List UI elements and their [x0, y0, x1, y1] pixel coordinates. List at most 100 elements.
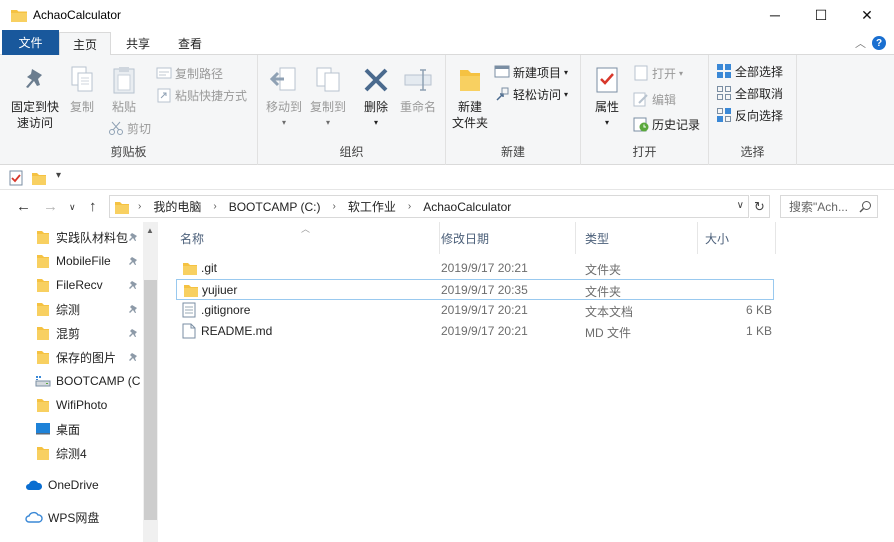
- nav-item-folder[interactable]: 综测4: [0, 441, 145, 465]
- file-type: 文本文档: [585, 305, 634, 319]
- folder-icon: [114, 199, 130, 215]
- column-header-size[interactable]: 大小: [697, 222, 776, 254]
- folder-icon: [35, 349, 51, 365]
- new-folder-icon: [453, 63, 487, 97]
- onedrive-icon: [25, 477, 43, 493]
- recent-chevron-icon[interactable]: ∨: [69, 202, 76, 213]
- table-row[interactable]: .gitignore 2019/9/17 20:21 文本文档 6 KB: [176, 300, 774, 321]
- pin-icon: [129, 303, 139, 317]
- file-type: 文件夹: [585, 285, 622, 299]
- new-group-label: 新建: [500, 145, 525, 159]
- new-folder-icon[interactable]: [31, 170, 47, 189]
- scrollbar-thumb[interactable]: [144, 280, 157, 520]
- file-name: .git: [201, 261, 218, 275]
- file-modified: 2019/9/17 20:21: [441, 324, 528, 338]
- invert-selection-button[interactable]: 反向选择: [716, 105, 783, 125]
- nav-item-desktop[interactable]: 桌面: [0, 417, 145, 441]
- table-row[interactable]: .git 2019/9/17 20:21 文件夹: [176, 258, 774, 279]
- tab-view[interactable]: 查看: [166, 32, 214, 55]
- nav-item-drive[interactable]: BOOTCAMP (C: [0, 369, 145, 393]
- rename-button[interactable]: 重命名: [396, 63, 440, 115]
- paste-shortcut-button[interactable]: 粘贴快捷方式: [156, 85, 247, 105]
- clipboard-group: 固定到快 速访问 复制 粘贴 复制路径 粘贴快捷方式 剪切 剪贴板: [0, 55, 258, 165]
- address-dropdown-icon[interactable]: ∨: [737, 200, 744, 211]
- paste-button[interactable]: 粘贴: [104, 63, 144, 115]
- help-icon[interactable]: ?: [872, 36, 886, 50]
- copy-to-button[interactable]: 复制到 ▾: [306, 63, 350, 131]
- folder-icon: [11, 10, 27, 22]
- breadcrumb-item[interactable]: 我的电脑: [153, 198, 201, 215]
- search-icon: [859, 200, 872, 216]
- select-all-button[interactable]: 全部选择: [716, 61, 783, 81]
- copy-button[interactable]: 复制: [62, 63, 102, 115]
- nav-item-quick-folder-4[interactable]: 综测: [0, 297, 145, 321]
- nav-item-quick-folder-5[interactable]: 混剪: [0, 321, 145, 345]
- breadcrumb-item[interactable]: BOOTCAMP (C:): [229, 200, 321, 214]
- select-group-label: 选择: [740, 145, 765, 159]
- table-row[interactable]: README.md 2019/9/17 20:21 MD 文件 1 KB: [176, 321, 774, 342]
- cut-button[interactable]: 剪切: [108, 118, 151, 138]
- delete-icon: [359, 63, 393, 97]
- new-folder-button[interactable]: 新建 文件夹: [450, 63, 490, 131]
- up-arrow-icon[interactable]: ↑: [89, 198, 97, 215]
- easy-access-button[interactable]: 轻松访问 ▾: [494, 84, 568, 104]
- address-row: ← → ∨ ↑ › 我的电脑 › BOOTCAMP (C:) › 软工作业 › …: [0, 192, 894, 222]
- nav-item-wps-cloud[interactable]: WPS网盘: [0, 505, 145, 529]
- ribbon-tabs: 文件 主页 共享 查看 ︿ ?: [0, 30, 894, 56]
- breadcrumb-chevron-icon[interactable]: ›: [213, 201, 216, 212]
- minimize-button[interactable]: ─: [752, 0, 798, 30]
- properties-button[interactable]: 属性 ▾: [587, 63, 627, 131]
- nav-item-onedrive[interactable]: OneDrive: [0, 473, 145, 497]
- edit-button[interactable]: 编辑: [633, 89, 676, 109]
- copy-icon: [65, 63, 99, 97]
- breadcrumb-item[interactable]: AchaoCalculator: [423, 200, 511, 214]
- address-bar[interactable]: › 我的电脑 › BOOTCAMP (C:) › 软工作业 › AchaoCal…: [109, 195, 749, 218]
- open-button[interactable]: 打开 ▾: [633, 63, 683, 83]
- file-type: 文件夹: [585, 263, 622, 277]
- collapse-ribbon-icon[interactable]: ︿: [855, 35, 866, 51]
- clipboard-group-label: 剪贴板: [110, 145, 147, 159]
- file-name: yujiuer: [202, 283, 238, 297]
- column-header-name[interactable]: 名称: [172, 222, 440, 254]
- breadcrumb-chevron-icon[interactable]: ›: [332, 201, 335, 212]
- move-to-button[interactable]: 移动到 ▾: [262, 63, 306, 131]
- back-arrow-icon[interactable]: ←: [16, 198, 31, 215]
- new-item-button[interactable]: 新建项目 ▾: [494, 62, 568, 82]
- column-header-type[interactable]: 类型: [577, 222, 698, 254]
- properties-icon[interactable]: [9, 170, 23, 189]
- column-header-modified[interactable]: 修改日期: [433, 222, 576, 254]
- delete-button[interactable]: 删除 ▾: [356, 63, 396, 131]
- pin-icon: [129, 231, 139, 245]
- breadcrumb-item[interactable]: 软工作业: [348, 198, 396, 215]
- nav-pane-scrollbar[interactable]: ▲: [143, 222, 158, 542]
- nav-item-quick-folder-2[interactable]: MobileFile: [0, 249, 145, 273]
- refresh-button[interactable]: ↻: [750, 195, 770, 218]
- folder-icon: [35, 229, 51, 245]
- history-button[interactable]: 历史记录: [633, 114, 700, 134]
- nav-item-quick-folder-6[interactable]: 保存的图片: [0, 345, 145, 369]
- search-input[interactable]: 搜索"Ach...: [780, 195, 878, 218]
- tab-share[interactable]: 共享: [114, 32, 162, 55]
- table-row-selected[interactable]: yujiuer 2019/9/17 20:35 文件夹: [176, 279, 774, 300]
- customize-toolbar-icon[interactable]: ▾: [56, 170, 61, 181]
- refresh-icon: ↻: [754, 198, 765, 214]
- breadcrumb-chevron-icon[interactable]: ›: [138, 201, 141, 212]
- nav-item-quick-folder-3[interactable]: FileRecv: [0, 273, 145, 297]
- pin-quick-access-button[interactable]: 固定到快 速访问: [6, 63, 64, 131]
- open-group: 属性 ▾ 打开 ▾ 编辑 历史记录 打开: [581, 55, 709, 165]
- maximize-button[interactable]: ☐: [798, 0, 844, 30]
- folder-icon: [35, 277, 51, 293]
- nav-item-folder[interactable]: WifiPhoto: [0, 393, 145, 417]
- window-title: AchaoCalculator: [33, 8, 122, 22]
- breadcrumb-chevron-icon[interactable]: ›: [408, 201, 411, 212]
- forward-arrow-icon[interactable]: →: [43, 198, 58, 215]
- copy-path-button[interactable]: 复制路径: [156, 63, 223, 83]
- cloud-icon: [25, 509, 43, 525]
- tab-home[interactable]: 主页: [59, 32, 111, 56]
- close-button[interactable]: ✕: [844, 0, 890, 30]
- select-none-button[interactable]: 全部取消: [716, 83, 783, 103]
- nav-item-quick-folder-1[interactable]: 实践队材料包: [0, 225, 145, 249]
- scroll-up-icon[interactable]: ▲: [146, 226, 154, 235]
- tab-file[interactable]: 文件: [2, 30, 59, 55]
- navigation-pane: 实践队材料包 MobileFile FileRecv 综测 混剪 保存的图片 B…: [0, 222, 158, 542]
